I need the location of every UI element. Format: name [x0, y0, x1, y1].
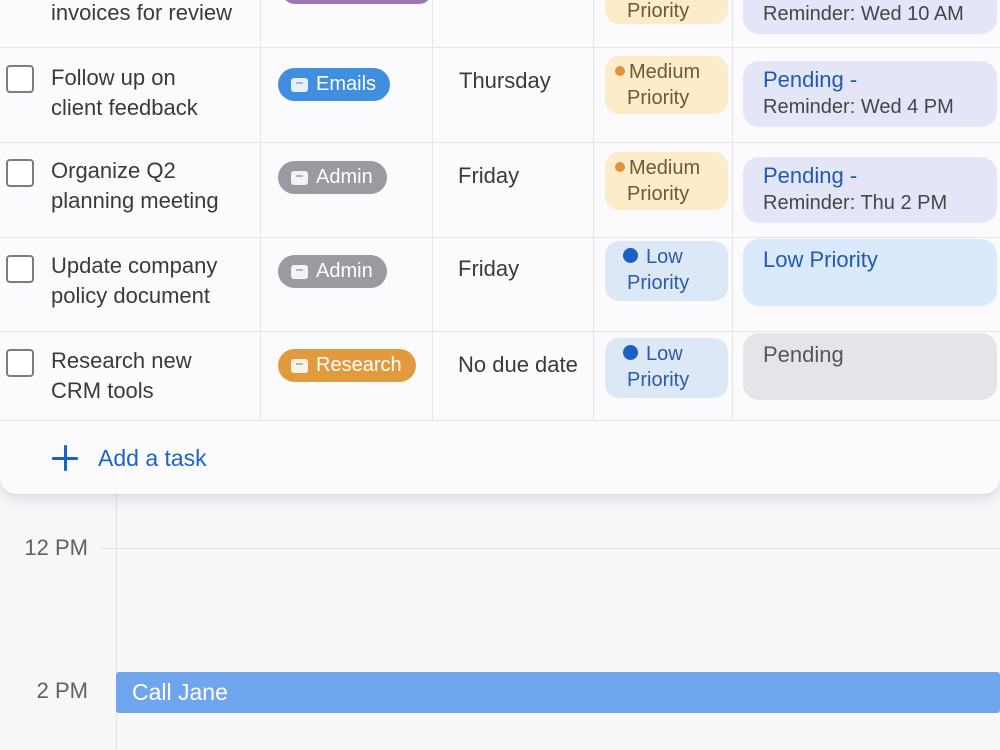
status-chip[interactable]: Low Priority [743, 239, 997, 306]
table-row[interactable]: Update company policy document Admin Fri… [0, 238, 1000, 332]
priority-dot-icon [615, 65, 625, 76]
due-date: Thursday [459, 68, 551, 93]
due-date: No due date [458, 352, 578, 377]
add-task-label: Add a task [98, 444, 207, 471]
hour-divider [100, 548, 1000, 549]
priority-dot-icon [615, 161, 625, 172]
category-chip-admin[interactable]: Admin [278, 255, 387, 288]
email-icon [291, 77, 308, 92]
priority-dot-icon [623, 345, 638, 361]
task-list-panel: invoices for review Priority Reminder: W… [0, 0, 1000, 494]
plus-icon [50, 443, 80, 473]
status-chip[interactable]: Pending - Reminder: Thu 2 PM [743, 157, 997, 223]
priority-chip[interactable]: Medium Priority [605, 152, 728, 210]
task-checkbox[interactable] [6, 349, 34, 377]
status-chip[interactable]: Reminder: Wed 10 AM [743, 0, 997, 34]
admin-icon [291, 264, 308, 279]
task-checkbox[interactable] [6, 159, 34, 187]
hour-label-12pm: 12 PM [24, 535, 88, 560]
add-task-button[interactable]: Add a task [50, 438, 207, 478]
folder-icon [291, 358, 308, 373]
status-chip[interactable]: Pending - Reminder: Wed 4 PM [743, 61, 997, 127]
priority-chip[interactable]: Low Priority [605, 241, 728, 301]
priority-chip[interactable]: Medium Priority [605, 56, 728, 114]
priority-chip[interactable]: Low Priority [605, 338, 728, 398]
priority-chip[interactable]: Priority [605, 0, 728, 24]
task-checkbox[interactable] [6, 255, 34, 283]
due-date: Friday [458, 163, 520, 188]
status-chip[interactable]: Pending [743, 333, 997, 400]
category-chip[interactable] [282, 0, 432, 4]
task-title[interactable]: Organize Q2 planning meeting [51, 156, 256, 216]
task-checkbox[interactable] [6, 65, 34, 93]
calendar-event[interactable]: Call Jane [116, 672, 1000, 713]
task-title[interactable]: Research new CRM tools [51, 346, 256, 406]
due-date: Friday [458, 256, 520, 281]
table-row[interactable]: invoices for review Priority Reminder: W… [0, 0, 1000, 48]
task-title[interactable]: Update company policy document [51, 251, 256, 311]
task-title[interactable]: Follow up on client feedback [51, 63, 256, 123]
table-row[interactable]: Organize Q2 planning meeting Admin Frida… [0, 143, 1000, 238]
priority-dot-icon [623, 248, 638, 264]
task-title[interactable]: invoices for review [51, 0, 256, 28]
table-row[interactable]: Research new CRM tools Research No due d… [0, 332, 1000, 421]
category-chip-emails[interactable]: Emails [278, 68, 391, 101]
event-title: Call Jane [132, 679, 228, 705]
admin-icon [291, 170, 308, 185]
category-chip-research[interactable]: Research [278, 349, 416, 382]
table-row[interactable]: Follow up on client feedback Emails Thur… [0, 48, 1000, 143]
category-chip-admin[interactable]: Admin [278, 161, 387, 194]
hour-label-2pm: 2 PM [36, 678, 88, 703]
